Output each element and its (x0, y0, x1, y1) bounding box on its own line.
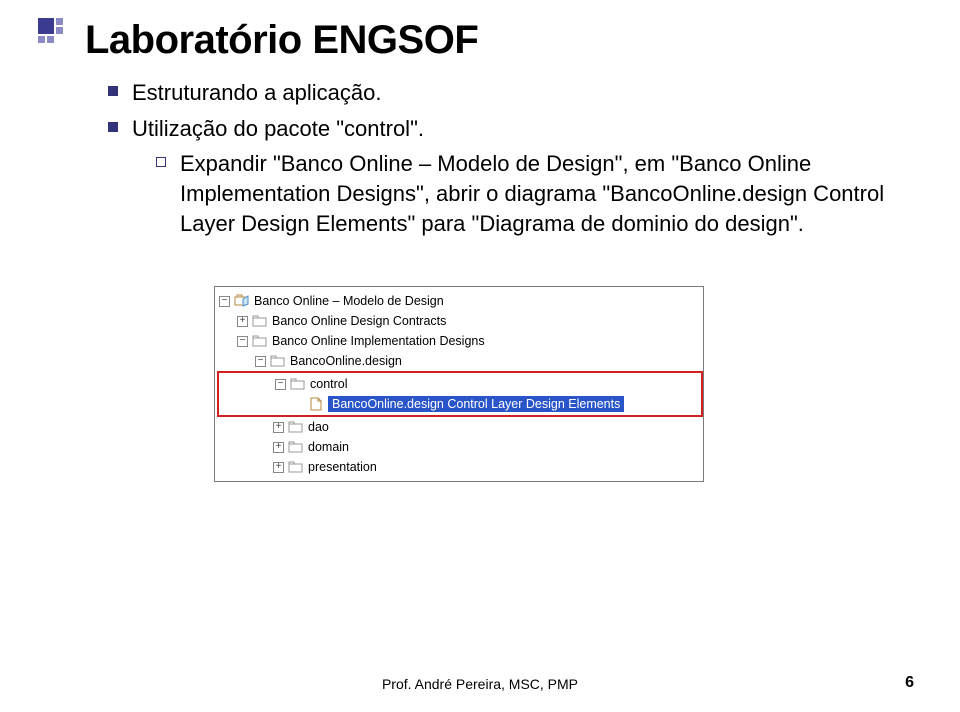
model-icon (234, 294, 250, 308)
expand-icon[interactable]: + (273, 462, 284, 473)
page-title: Laboratório ENGSOF (85, 18, 478, 63)
sub-bullet-text: Expandir "Banco Online – Modelo de Desig… (180, 149, 888, 238)
tree-label: presentation (308, 460, 377, 474)
folder-icon (290, 377, 306, 391)
bullet-icon (108, 86, 118, 96)
tree-node-contracts[interactable]: + Banco Online Design Contracts (219, 311, 703, 331)
bullet-text: Utilização do pacote "control". (132, 114, 424, 144)
bullet-icon (108, 122, 118, 132)
folder-icon (288, 460, 304, 474)
folder-icon (288, 420, 304, 434)
tree-label: Banco Online – Modelo de Design (254, 294, 444, 308)
folder-icon (288, 440, 304, 454)
tree-node-control-elements[interactable]: BancoOnline.design Control Layer Design … (221, 394, 699, 414)
tree-node-design[interactable]: − BancoOnline.design (219, 351, 703, 371)
highlight-box: − control BancoOnline.design Control Lay… (217, 371, 703, 417)
tree-node-presentation[interactable]: + presentation (219, 457, 703, 477)
footer-text: Prof. André Pereira, MSC, PMP (0, 676, 960, 692)
bullet-list: Estruturando a aplicação. Utilização do … (108, 78, 888, 238)
collapse-icon[interactable]: − (219, 296, 230, 307)
document-icon (308, 397, 324, 411)
tree-node-impl[interactable]: − Banco Online Implementation Designs (219, 331, 703, 351)
tree-label-selected: BancoOnline.design Control Layer Design … (328, 396, 624, 412)
expand-icon[interactable]: + (273, 422, 284, 433)
folder-icon (252, 334, 268, 348)
collapse-icon[interactable]: − (275, 379, 286, 390)
tree-label: Banco Online Design Contracts (272, 314, 446, 328)
tree-label: BancoOnline.design (290, 354, 402, 368)
tree-label: dao (308, 420, 329, 434)
page-number: 6 (905, 674, 914, 692)
collapse-icon[interactable]: − (237, 336, 248, 347)
bullet-text: Estruturando a aplicação. (132, 78, 382, 108)
bullet-item: Utilização do pacote "control". (108, 114, 888, 144)
tree-node-dao[interactable]: + dao (219, 417, 703, 437)
folder-icon (252, 314, 268, 328)
collapse-icon[interactable]: − (255, 356, 266, 367)
expand-icon[interactable]: + (273, 442, 284, 453)
tree-label: domain (308, 440, 349, 454)
tree-label: control (310, 377, 348, 391)
tree-label: Banco Online Implementation Designs (272, 334, 485, 348)
tree-node-control[interactable]: − control (221, 374, 699, 394)
bullet-item: Estruturando a aplicação. (108, 78, 888, 108)
sub-bullet-icon (156, 157, 166, 167)
tree-node-domain[interactable]: + domain (219, 437, 703, 457)
expand-icon[interactable]: + (237, 316, 248, 327)
tree-view: − Banco Online – Modelo de Design + Banc… (214, 286, 704, 482)
header-decoration (38, 18, 63, 43)
folder-icon (270, 354, 286, 368)
tree-node-root[interactable]: − Banco Online – Modelo de Design (219, 291, 703, 311)
sub-bullet-item: Expandir "Banco Online – Modelo de Desig… (156, 149, 888, 238)
